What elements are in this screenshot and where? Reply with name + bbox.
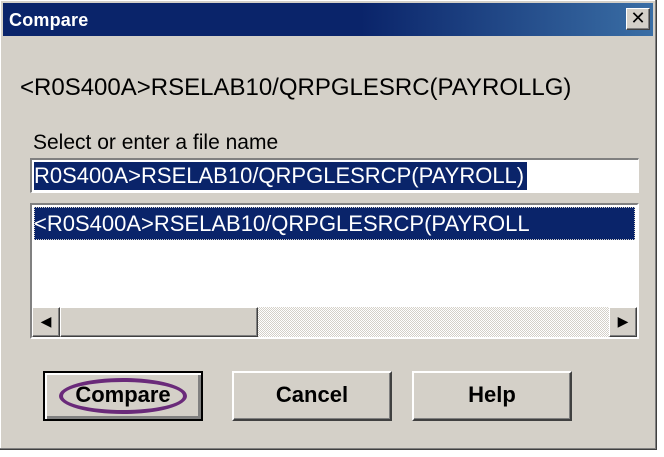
cancel-button[interactable]: Cancel: [232, 371, 392, 421]
arrow-left-icon: ◀: [40, 314, 52, 330]
source-member-path: <R0S400A>RSELAB10/QRPGLESRC(PAYROLLG): [20, 74, 572, 101]
file-name-input-value: R0S400A>RSELAB10/QRPGLESRCP(PAYROLL): [34, 162, 528, 190]
help-button[interactable]: Help: [412, 371, 572, 421]
scroll-left-button[interactable]: ◀: [32, 307, 60, 337]
compare-button[interactable]: Compare: [43, 371, 203, 421]
scrollbar-track[interactable]: [258, 307, 609, 337]
help-button-label: Help: [468, 382, 516, 407]
cancel-button-label: Cancel: [275, 382, 349, 407]
compare-dialog: Compare ✕ <R0S400A>RSELAB10/QRPGLESRC(PA…: [0, 0, 657, 450]
arrow-right-icon: ▶: [617, 314, 629, 330]
scrollbar-thumb[interactable]: [60, 307, 258, 337]
title-bar[interactable]: Compare ✕: [3, 3, 653, 36]
window-title: Compare: [9, 10, 89, 30]
file-list[interactable]: <R0S400A>RSELAB10/QRPGLESRCP(PAYROLL ◀ ▶: [30, 203, 639, 339]
list-item[interactable]: <R0S400A>RSELAB10/QRPGLESRCP(PAYROLL: [34, 207, 635, 240]
close-button[interactable]: ✕: [626, 8, 650, 30]
close-icon: ✕: [630, 8, 646, 29]
scroll-right-button[interactable]: ▶: [609, 307, 637, 337]
horizontal-scrollbar[interactable]: ◀ ▶: [32, 307, 637, 337]
file-name-input[interactable]: R0S400A>RSELAB10/QRPGLESRCP(PAYROLL): [30, 158, 639, 193]
file-name-label: Select or enter a file name: [33, 131, 279, 154]
compare-button-label: Compare: [75, 382, 171, 407]
